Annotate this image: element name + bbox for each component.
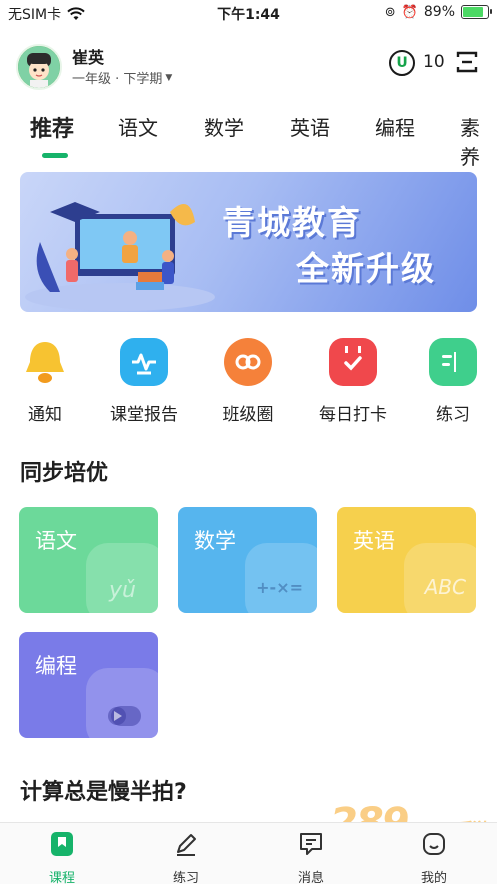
class-circle-icon — [224, 338, 272, 386]
card-deco-text: ABC — [424, 575, 466, 599]
card-label: 数学 — [194, 529, 236, 553]
subject-tabs: 推荐 语文 数学 英语 编程 素养 — [0, 111, 497, 169]
quick-action-label: 每日打卡 — [319, 405, 387, 425]
tab-recommend[interactable]: 推荐 — [30, 111, 74, 143]
promo-banner[interactable]: 青城教育 全新升级 — [20, 172, 477, 312]
nav-label: 课程 — [48, 871, 75, 886]
profile-icon — [423, 833, 445, 855]
card-deco-text: +-×= — [256, 578, 303, 597]
scan-icon[interactable] — [456, 50, 478, 74]
tab-english[interactable]: 英语 — [290, 112, 330, 141]
quick-action-label: 课堂报告 — [110, 405, 178, 425]
status-bar: 无SIM卡 下午1:44 ⊚ ⏰ 89% — [0, 0, 497, 26]
card-label: 英语 — [353, 529, 395, 553]
avatar[interactable] — [16, 44, 62, 90]
card-chinese[interactable]: 语文 yǔ — [19, 507, 158, 613]
pencil-icon — [177, 834, 196, 856]
quick-action-daily-checkin[interactable]: 每日打卡 — [308, 338, 398, 425]
grade-label: 一年级 · 下学期 — [72, 72, 163, 87]
card-english[interactable]: 英语 ABC — [337, 507, 476, 613]
quick-action-label: 练习 — [436, 405, 470, 425]
tab-literacy[interactable]: 素养 — [460, 112, 497, 170]
tab-math[interactable]: 数学 — [204, 112, 244, 141]
quick-action-practice[interactable]: 练习 — [408, 338, 497, 425]
bell-icon — [21, 338, 69, 386]
play-icon — [108, 706, 141, 726]
nav-label: 我的 — [420, 871, 447, 886]
book-icon — [51, 832, 73, 856]
quick-action-class-circle[interactable]: 班级圈 — [203, 338, 293, 425]
nav-profile[interactable]: 我的 — [394, 831, 474, 886]
banner-title-line1: 青城教育 — [222, 203, 362, 242]
u-coin-icon[interactable]: U — [389, 50, 415, 76]
nav-practice[interactable]: 练习 — [146, 831, 226, 886]
banner-illustration — [25, 202, 215, 311]
card-math[interactable]: 数学 +-×= — [178, 507, 317, 613]
orientation-lock-icon: ⊚ — [384, 4, 396, 20]
grade-selector[interactable]: 一年级 · 下学期 ▼ — [72, 68, 172, 87]
battery-percent: 89% — [423, 4, 455, 20]
bottom-nav: 课程 练习 消息 我的 — [0, 822, 497, 886]
quick-action-notice[interactable]: 通知 — [0, 338, 90, 425]
report-icon — [120, 338, 168, 386]
message-icon — [300, 833, 322, 855]
quick-action-report[interactable]: 课堂报告 — [99, 338, 189, 425]
card-deco-text: yǔ — [109, 578, 136, 603]
section-title-sync: 同步培优 — [20, 461, 109, 486]
tab-chinese[interactable]: 语文 — [118, 112, 158, 141]
quick-action-label: 通知 — [28, 405, 62, 425]
u-coin-count: 10 — [423, 52, 445, 72]
card-label: 编程 — [35, 654, 77, 678]
banner-title-line2: 全新升级 — [296, 249, 436, 288]
calendar-check-icon — [329, 338, 377, 386]
card-label: 语文 — [35, 529, 77, 553]
quick-action-label: 班级圈 — [222, 405, 274, 425]
nav-label: 练习 — [172, 871, 199, 886]
tab-programming[interactable]: 编程 — [375, 112, 415, 141]
card-programming[interactable]: 编程 — [19, 632, 158, 738]
section-title-calc: 计算总是慢半拍? — [20, 780, 187, 805]
username: 崔英 — [72, 48, 105, 67]
nav-label: 消息 — [297, 871, 324, 886]
alarm-icon: ⏰ — [401, 4, 418, 20]
nav-course[interactable]: 课程 — [22, 831, 102, 886]
nav-messages[interactable]: 消息 — [271, 831, 351, 886]
caret-down-icon: ▼ — [165, 72, 173, 83]
active-tab-indicator — [42, 153, 68, 158]
battery-icon — [461, 5, 492, 19]
practice-icon — [429, 338, 477, 386]
